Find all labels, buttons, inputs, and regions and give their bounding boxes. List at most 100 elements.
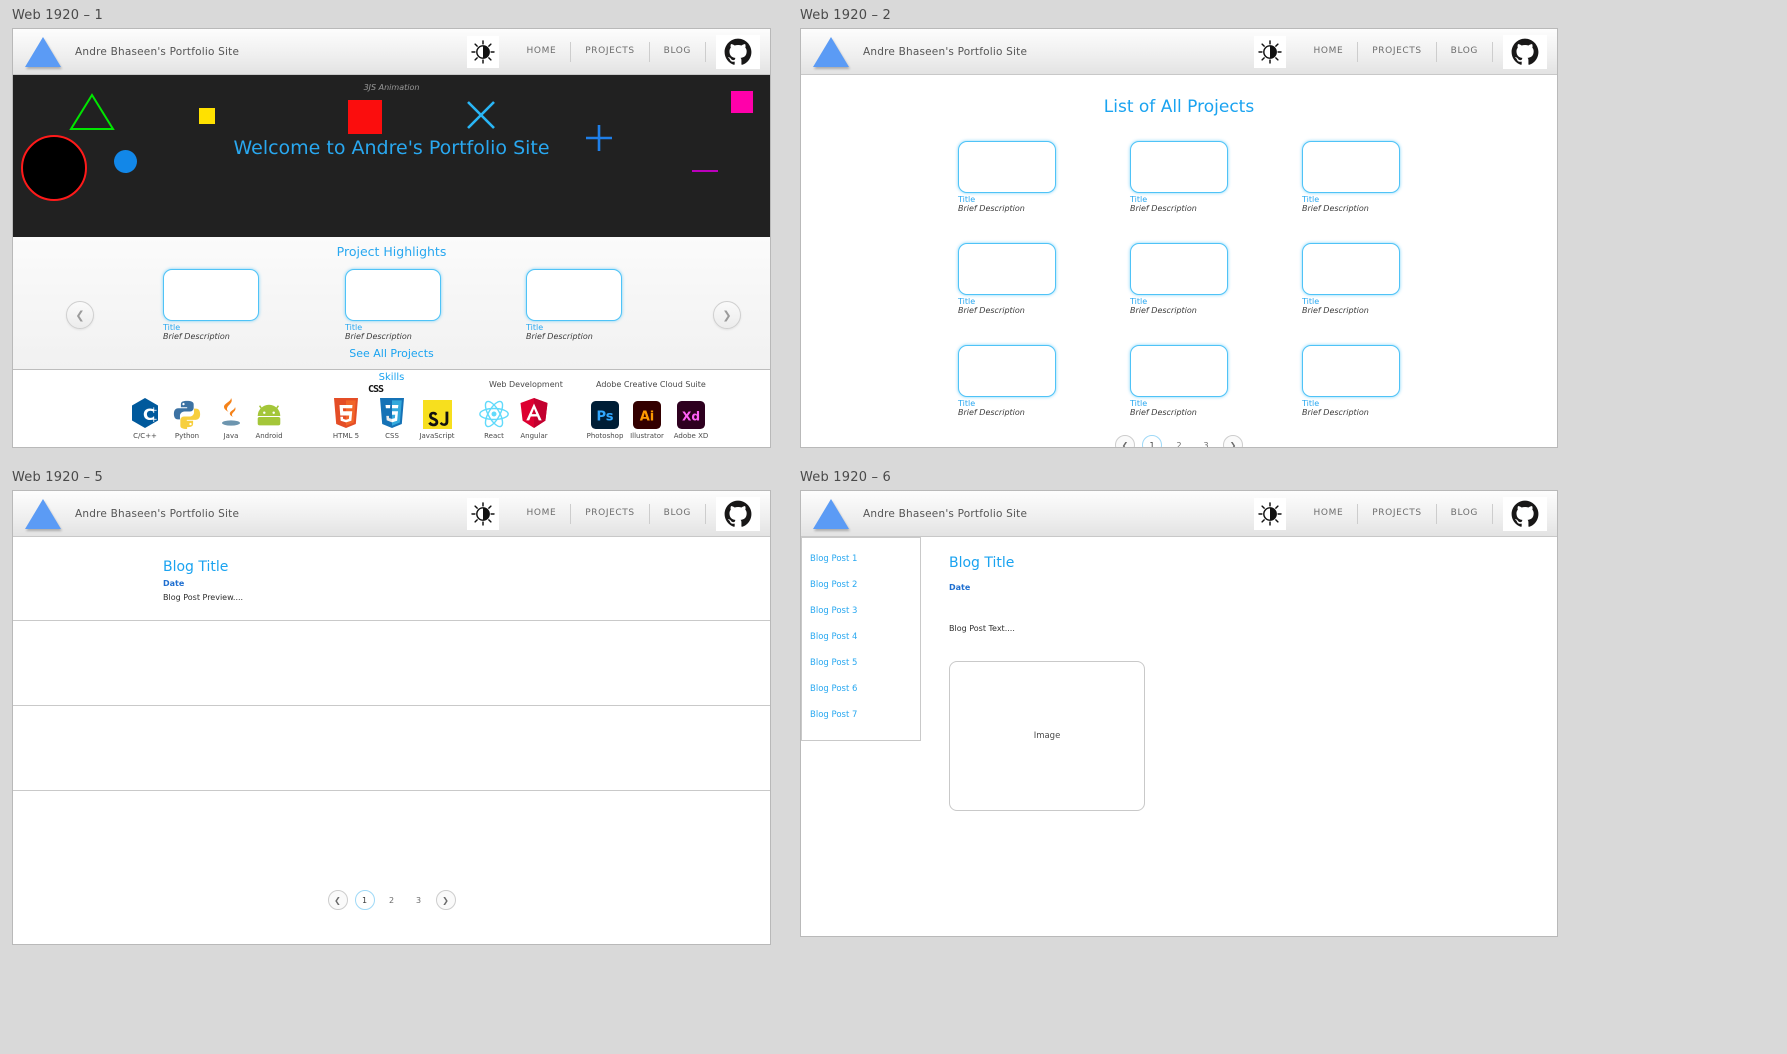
github-icon[interactable] — [716, 496, 760, 531]
pagination-page-2[interactable]: 2 — [1169, 435, 1189, 448]
sidebar-item-blog-post-5[interactable]: Blog Post 5 — [810, 658, 920, 668]
carousel-next-button[interactable]: ❯ — [713, 301, 741, 329]
project-card-7[interactable]: Title Brief Description — [958, 345, 1056, 417]
pagination-page-1[interactable]: 1 — [1142, 435, 1162, 447]
project-card-6[interactable]: Title Brief Description — [1302, 243, 1400, 315]
skill-item-javascript[interactable]: JavaScript — [415, 395, 459, 440]
card-desc: Brief Description — [1130, 306, 1197, 315]
skill-item-css3[interactable]: CSS — [370, 395, 414, 440]
blog-detail-page-frame: Andre Bhaseen's Portfolio Site HOME PROJ… — [800, 490, 1558, 937]
day-night-toggle-icon[interactable] — [1253, 497, 1286, 530]
see-all-projects-link[interactable]: See All Projects — [13, 347, 770, 360]
carousel-prev-button[interactable]: ❮ — [66, 301, 94, 329]
skill-item-illustrator[interactable]: Ai Illustrator — [625, 395, 669, 440]
highlight-card-1[interactable]: Title Brief Description — [163, 269, 259, 341]
day-night-toggle-icon[interactable] — [466, 497, 499, 530]
blog-list-item-3[interactable] — [13, 706, 770, 791]
nav-projects[interactable]: PROJECTS — [1358, 41, 1437, 62]
nav-blog[interactable]: BLOG — [1437, 503, 1493, 524]
blue-plus-shape — [584, 123, 614, 157]
triangle-logo-icon[interactable] — [813, 498, 849, 529]
pagination-page-3[interactable]: 3 — [409, 890, 429, 910]
skill-item-react[interactable]: React — [472, 395, 516, 440]
blog-detail-body: Blog Post Text.... — [949, 624, 1015, 633]
project-card-8[interactable]: Title Brief Description — [1130, 345, 1228, 417]
sidebar-item-blog-post-4[interactable]: Blog Post 4 — [810, 632, 920, 642]
card-thumb — [1130, 243, 1228, 295]
blog-list-item-1[interactable]: Blog Title Date Blog Post Preview.... — [13, 537, 770, 621]
nav-blog[interactable]: BLOG — [650, 41, 706, 62]
skill-item-android[interactable]: Android — [247, 395, 291, 440]
pagination-next-button[interactable]: ❯ — [435, 890, 456, 910]
blog-list-item-2[interactable] — [13, 621, 770, 706]
nav-projects[interactable]: PROJECTS — [571, 41, 650, 62]
github-icon[interactable] — [1503, 34, 1547, 69]
day-night-toggle-icon[interactable] — [466, 35, 499, 68]
nav-blog[interactable]: BLOG — [650, 503, 706, 524]
blue-circle-shape — [114, 150, 137, 173]
skill-label: Android — [255, 432, 283, 440]
artboard-web1920-1: Web 1920 – 1 Andre Bhaseen's Portfolio S… — [12, 8, 771, 448]
project-card-4[interactable]: Title Brief Description — [958, 243, 1056, 315]
artboard-label-6: Web 1920 – 6 — [800, 470, 891, 485]
artboard-label-5: Web 1920 – 5 — [12, 470, 103, 485]
card-title: Title — [526, 323, 544, 332]
pagination-next-button[interactable]: ❯ — [1223, 435, 1243, 447]
artboard-web1920-6: Web 1920 – 6 Andre Bhaseen's Portfolio S… — [800, 470, 1558, 937]
triangle-logo-icon[interactable] — [25, 36, 61, 67]
sidebar-item-blog-post-2[interactable]: Blog Post 2 — [810, 580, 920, 590]
project-card-2[interactable]: Title Brief Description — [1130, 141, 1228, 213]
highlights-heading: Project Highlights — [336, 244, 447, 259]
sidebar-item-blog-post-7[interactable]: Blog Post 7 — [810, 710, 920, 720]
blog-list-item-4[interactable] — [13, 791, 770, 876]
pagination-prev-button[interactable]: ❮ — [1115, 435, 1135, 447]
project-card-3[interactable]: Title Brief Description — [1302, 141, 1400, 213]
card-desc: Brief Description — [958, 408, 1025, 417]
android-icon — [247, 395, 291, 429]
sidebar-item-blog-post-1[interactable]: Blog Post 1 — [810, 554, 920, 564]
site-header: Andre Bhaseen's Portfolio Site HOME PROJ… — [801, 29, 1557, 75]
card-thumb — [958, 345, 1056, 397]
card-thumb — [1130, 141, 1228, 193]
nav-projects[interactable]: PROJECTS — [1358, 503, 1437, 524]
github-icon[interactable] — [716, 34, 760, 69]
skill-item-html5[interactable]: HTML 5 — [324, 395, 368, 440]
triangle-logo-icon[interactable] — [813, 36, 849, 67]
blog-post-title: Blog Title — [163, 559, 229, 575]
nav-home[interactable]: HOME — [1300, 41, 1359, 62]
card-thumb — [345, 269, 441, 321]
skill-item-cpp[interactable]: C + + C/C++ — [123, 395, 167, 440]
triangle-logo-icon[interactable] — [25, 498, 61, 529]
pagination-prev-button[interactable]: ❮ — [327, 890, 348, 910]
highlight-card-2[interactable]: Title Brief Description — [345, 269, 441, 341]
home-page-frame: Andre Bhaseen's Portfolio Site HOME PROJ… — [12, 28, 771, 448]
svg-text:Xd: Xd — [682, 410, 700, 424]
nav-home[interactable]: HOME — [1300, 503, 1359, 524]
skill-item-angular[interactable]: Angular — [512, 395, 556, 440]
highlight-card-3[interactable]: Title Brief Description — [526, 269, 622, 341]
svg-text:Ps: Ps — [596, 410, 613, 425]
skill-item-adobexd[interactable]: Xd Adobe XD — [669, 395, 713, 440]
card-title: Title — [345, 323, 363, 332]
blog-detail-date: Date — [949, 583, 971, 592]
project-card-1[interactable]: Title Brief Description — [958, 141, 1056, 213]
skill-item-python[interactable]: Python — [165, 395, 209, 440]
nav-home[interactable]: HOME — [513, 503, 572, 524]
pagination-page-3[interactable]: 3 — [1196, 435, 1216, 448]
project-card-9[interactable]: Title Brief Description — [1302, 345, 1400, 417]
nav-projects[interactable]: PROJECTS — [571, 503, 650, 524]
skill-label: Adobe XD — [673, 432, 709, 440]
day-night-toggle-icon[interactable] — [1253, 35, 1286, 68]
project-card-5[interactable]: Title Brief Description — [1130, 243, 1228, 315]
sidebar-item-blog-post-3[interactable]: Blog Post 3 — [810, 606, 920, 616]
card-title: Title — [1302, 399, 1320, 408]
pagination-page-2[interactable]: 2 — [382, 890, 402, 910]
github-icon[interactable] — [1503, 496, 1547, 531]
blog-pagination: ❮ 1 2 3 ❯ — [13, 890, 770, 910]
nav-blog[interactable]: BLOG — [1437, 41, 1493, 62]
pagination-page-1[interactable]: 1 — [354, 890, 375, 910]
nav-home[interactable]: HOME — [513, 41, 572, 62]
card-desc: Brief Description — [526, 332, 593, 341]
sidebar-item-blog-post-6[interactable]: Blog Post 6 — [810, 684, 920, 694]
skill-item-photoshop[interactable]: Ps Photoshop — [583, 395, 627, 440]
